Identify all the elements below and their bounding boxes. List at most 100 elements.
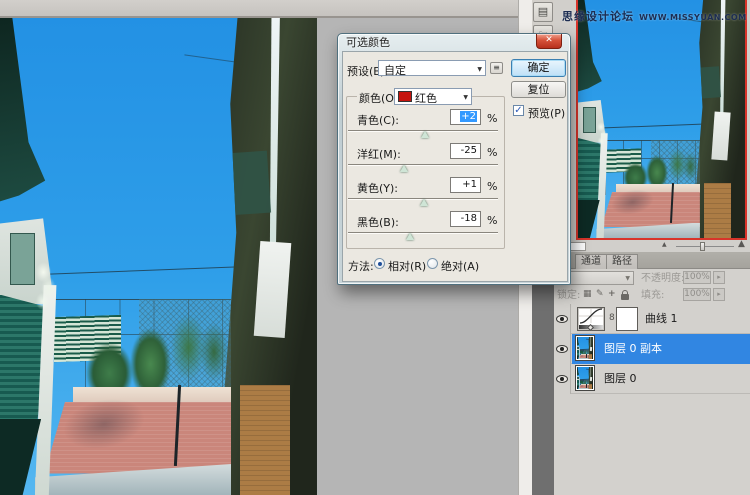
layer-row-copy[interactable]: 图层 0 副本 <box>554 334 750 364</box>
absolute-radio[interactable] <box>427 258 438 269</box>
slider-track <box>348 232 498 233</box>
watermark: 思缘设计论坛 WWW.MISSYUAN.COM <box>562 5 748 24</box>
zoom-slider-thumb[interactable] <box>700 242 705 251</box>
eye-icon[interactable] <box>556 375 568 383</box>
navigator-panel: 思缘设计论坛 WWW.MISSYUAN.COM ▲ ▲ <box>554 0 750 252</box>
hanging-cloth <box>253 241 292 339</box>
photo-scene <box>577 337 593 359</box>
navigator-zoom-slider[interactable] <box>676 242 734 251</box>
tan-wall <box>239 385 291 495</box>
white-flowers <box>28 251 67 324</box>
cyan-value-input[interactable]: +2 <box>450 109 481 125</box>
zoom-out-mountain-icon[interactable]: ▲ <box>662 241 667 248</box>
slider-thumb[interactable] <box>400 165 409 172</box>
fill-value[interactable]: 100% <box>683 288 711 301</box>
yellow-label: 黄色(Y): <box>357 182 399 195</box>
curves-graph <box>579 308 603 324</box>
cyan-label: 青色(C): <box>357 114 399 127</box>
preset-menu-icon[interactable]: ≡ <box>490 62 503 74</box>
lock-pixels-brush-icon[interactable]: ✎ <box>596 289 604 299</box>
preset-value: 自定 <box>384 64 406 77</box>
tan-wall <box>704 183 731 238</box>
blend-mode-row: ▼ 不透明度: 100% ▸ <box>554 269 750 287</box>
magenta-value-input[interactable]: -25 <box>450 143 481 159</box>
yellow-value: +1 <box>462 179 477 190</box>
opacity-spinner[interactable]: ▸ <box>713 271 725 284</box>
navigator-preview[interactable] <box>576 0 747 240</box>
slider-thumb[interactable] <box>419 199 428 206</box>
magenta-value: -25 <box>460 145 477 156</box>
color-value: 红色 <box>415 92 437 105</box>
preview-checkbox[interactable]: ✓ <box>513 105 524 116</box>
layer-content[interactable]: 图层 0 <box>572 364 750 394</box>
photoshop-workspace: ▤ ☞ 思缘设计论坛 WWW <box>0 0 750 495</box>
yellow-slider[interactable] <box>348 196 498 206</box>
reset-button[interactable]: 复位 <box>511 81 566 98</box>
relative-radio[interactable] <box>374 258 385 269</box>
slider-track <box>348 164 498 165</box>
right-building-shutter <box>225 150 271 215</box>
white-flowers <box>593 116 614 153</box>
layer-mask-thumbnail[interactable] <box>616 307 638 331</box>
eye-icon[interactable] <box>556 315 568 323</box>
preset-dropdown[interactable]: 自定 ▼ <box>378 60 486 77</box>
layer-content-selected[interactable]: 图层 0 副本 <box>572 334 750 364</box>
lock-all-icon[interactable] <box>621 290 629 300</box>
rooftop-plant <box>683 152 699 181</box>
white-flowers <box>578 347 581 352</box>
layer-row-curves[interactable]: 8 曲线 1 <box>554 304 750 334</box>
hanging-cloth <box>589 377 592 382</box>
visibility-cell[interactable] <box>554 364 571 394</box>
yellow-value-input[interactable]: +1 <box>450 177 481 193</box>
dialog-body: 预设(E): 自定 ▼ ≡ 确定 复位 ✓ 预览(P) 颜色(O): 红色 ▼ … <box>342 51 568 282</box>
tab-channels[interactable]: 通道 <box>575 254 607 269</box>
mask-link-icon: 8 <box>609 313 615 323</box>
layer-name[interactable]: 图层 0 副本 <box>604 334 662 364</box>
dock-panel-icon[interactable]: ▤ <box>533 2 553 22</box>
visibility-cell[interactable] <box>554 334 571 364</box>
slider-thumb[interactable] <box>420 131 429 138</box>
close-icon[interactable]: ✕ <box>536 34 562 49</box>
red-color-swatch <box>398 91 412 102</box>
zoom-in-mountain-icon[interactable]: ▲ <box>738 239 745 249</box>
watermark-site-name: 思缘设计论坛 <box>562 10 634 23</box>
rooftop-plant <box>199 323 229 381</box>
eye-icon[interactable] <box>556 345 568 353</box>
cyan-slider[interactable] <box>348 128 498 138</box>
magenta-slider[interactable] <box>348 162 498 172</box>
black-slider[interactable] <box>348 230 498 240</box>
document-window-top-bar <box>0 0 518 18</box>
chevron-down-icon: ▼ <box>463 94 468 101</box>
lock-transparency-icon[interactable]: ▦ <box>583 289 592 299</box>
ok-button[interactable]: 确定 <box>511 59 566 77</box>
chevron-down-icon: ▼ <box>477 66 482 73</box>
black-value-input[interactable]: -18 <box>450 211 481 227</box>
fill-label: 填充: <box>641 290 665 301</box>
tab-paths[interactable]: 路径 <box>606 254 638 269</box>
layer-thumbnail[interactable] <box>575 335 595 361</box>
plant-shadow <box>580 384 585 388</box>
yellow-unit: % <box>487 180 498 193</box>
layers-panel-group: 通道 路径 ▼ 不透明度: 100% ▸ 锁定: ▦ ✎ + 填充: 100% … <box>554 252 750 495</box>
layer-thumbnail[interactable] <box>575 365 595 391</box>
color-dropdown[interactable]: 红色 ▼ <box>394 88 472 105</box>
panel-tab-bar: 通道 路径 <box>554 252 750 269</box>
black-unit: % <box>487 214 498 227</box>
hanging-cloth <box>711 111 732 160</box>
image-canvas[interactable] <box>0 18 317 495</box>
layer-content[interactable]: 8 曲线 1 <box>572 304 750 334</box>
relative-label: 相对(R) <box>388 260 427 273</box>
layer-row-background[interactable]: 图层 0 <box>554 364 750 394</box>
cyan-unit: % <box>487 112 498 125</box>
layer-name[interactable]: 曲线 1 <box>645 304 678 334</box>
slider-thumb[interactable] <box>405 233 414 240</box>
layer-name[interactable]: 图层 0 <box>604 364 637 394</box>
right-building-shutter <box>588 373 591 377</box>
opacity-value[interactable]: 100% <box>683 271 711 284</box>
visibility-cell[interactable] <box>554 304 571 334</box>
fill-spinner[interactable]: ▸ <box>713 288 725 301</box>
lock-position-move-icon[interactable]: + <box>608 289 616 299</box>
curves-adjustment-thumbnail[interactable] <box>577 307 605 332</box>
dialog-title: 可选颜色 <box>346 36 390 49</box>
magenta-label: 洋红(M): <box>357 148 401 161</box>
